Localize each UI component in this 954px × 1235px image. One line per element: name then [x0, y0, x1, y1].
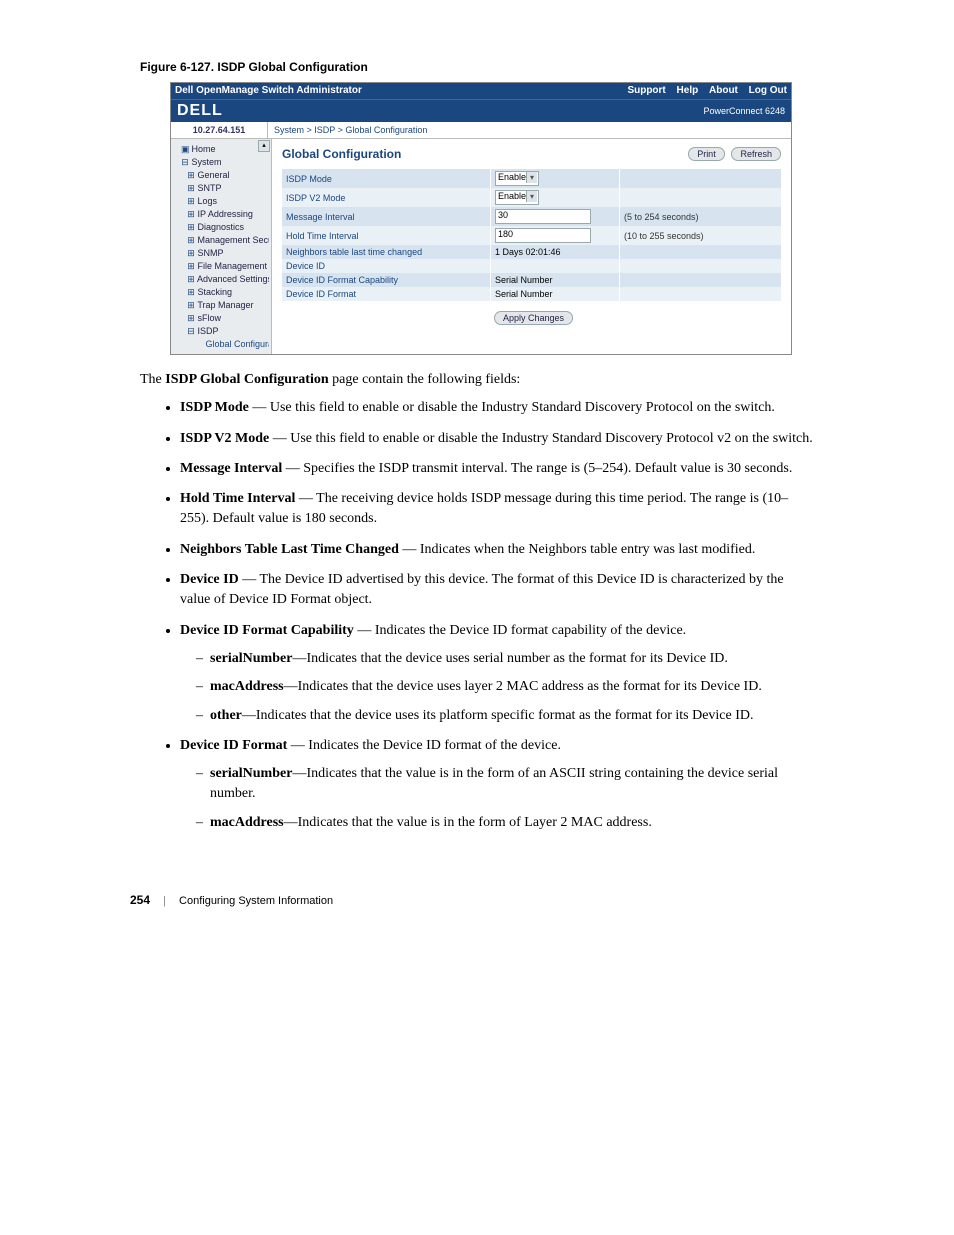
device-ip: 10.27.64.151	[171, 122, 268, 138]
field-hint: (5 to 254 seconds)	[620, 207, 782, 226]
field-label: ISDP V2 Mode	[282, 188, 491, 207]
field-bullet: Device ID — The Device ID advertised by …	[180, 570, 814, 611]
tree-node[interactable]: ⊞ File Management	[173, 260, 269, 273]
tree-node[interactable]: ⊟ System	[173, 156, 269, 169]
text-input[interactable]: 30	[495, 209, 591, 224]
field-bullet: Message Interval — Specifies the ISDP tr…	[180, 459, 814, 479]
tree-node[interactable]: ⊞ SNTP	[173, 182, 269, 195]
app-screenshot: Dell OpenManage Switch Administrator Sup…	[170, 82, 792, 355]
app-body: ▴ ▣ Home⊟ System⊞ General⊞ SNTP⊞ Logs⊞ I…	[171, 139, 791, 354]
link-help[interactable]: Help	[677, 85, 699, 96]
link-about[interactable]: About	[709, 85, 738, 96]
field-hint: (10 to 255 seconds)	[620, 226, 782, 245]
topbar: Dell OpenManage Switch Administrator Sup…	[171, 83, 791, 99]
tree-node[interactable]: ⊞ SNMP	[173, 247, 269, 260]
field-bullet: ISDP V2 Mode — Use this field to enable …	[180, 429, 814, 449]
config-row: Message Interval 30 (5 to 254 seconds)	[282, 207, 781, 226]
topbar-links: Support Help About Log Out	[619, 83, 787, 99]
figure-caption: Figure 6-127. ISDP Global Configuration	[140, 60, 894, 74]
page-footer: 254 | Configuring System Information	[60, 893, 894, 907]
main-panel: Global Configuration Print Refresh ISDP …	[272, 139, 791, 354]
brandbar: DELL PowerConnect 6248	[171, 99, 791, 122]
text-input[interactable]: 180	[495, 228, 591, 243]
field-bullet: ISDP Mode — Use this field to enable or …	[180, 398, 814, 418]
field-bullet: Device ID Format Capability — Indicates …	[180, 621, 814, 726]
field-label: Device ID Format	[282, 287, 491, 301]
field-hint	[620, 245, 782, 259]
tree-node[interactable]: ⊞ Logs	[173, 195, 269, 208]
dell-logo: DELL	[177, 102, 223, 120]
app-title: Dell OpenManage Switch Administrator	[175, 83, 362, 99]
print-button[interactable]: Print	[688, 147, 725, 161]
field-hint	[620, 169, 782, 188]
tree-node[interactable]: ⊞ Diagnostics	[173, 221, 269, 234]
field-bullet: Hold Time Interval — The receiving devic…	[180, 489, 814, 530]
config-row: Neighbors table last time changed 1 Days …	[282, 245, 781, 259]
tree-node[interactable]: ⊞ Trap Manager	[173, 299, 269, 312]
field-bullet: Neighbors Table Last Time Changed — Indi…	[180, 540, 814, 560]
section-title: Configuring System Information	[179, 895, 333, 907]
field-label: Message Interval	[282, 207, 491, 226]
model-label: PowerConnect 6248	[703, 106, 785, 116]
field-label: ISDP Mode	[282, 169, 491, 188]
sub-bullet: other—Indicates that the device uses its…	[210, 706, 814, 726]
field-hint	[620, 273, 782, 287]
field-bullet: Device ID Format — Indicates the Device …	[180, 736, 814, 833]
apply-changes-button[interactable]: Apply Changes	[494, 311, 573, 325]
tree-node[interactable]: Global Configurat	[173, 338, 269, 350]
tree-node[interactable]: ⊞ Advanced Settings	[173, 273, 269, 286]
config-table: ISDP Mode Enable ISDP V2 Mode Enable Message…	[282, 169, 781, 301]
field-hint	[620, 287, 782, 301]
tree-node[interactable]: ▣ Home	[173, 143, 269, 156]
field-list: ISDP Mode — Use this field to enable or …	[140, 398, 814, 833]
breadcrumb: System > ISDP > Global Configuration	[268, 122, 433, 138]
field-label: Hold Time Interval	[282, 226, 491, 245]
config-row: Device ID	[282, 259, 781, 273]
intro-text: The ISDP Global Configuration page conta…	[140, 370, 814, 390]
page-number: 254	[130, 893, 150, 907]
config-row: Hold Time Interval 180 (10 to 255 seconds)	[282, 226, 781, 245]
tree-node[interactable]: ⊞ IP Addressing	[173, 208, 269, 221]
config-row: ISDP V2 Mode Enable	[282, 188, 781, 207]
static-value: Serial Number	[495, 289, 553, 299]
select-field[interactable]: Enable	[495, 190, 539, 205]
field-hint	[620, 188, 782, 207]
field-label: Device ID Format Capability	[282, 273, 491, 287]
field-label: Device ID	[282, 259, 491, 273]
static-value: 1 Days 02:01:46	[495, 247, 561, 257]
static-value: Serial Number	[495, 275, 553, 285]
link-logout[interactable]: Log Out	[749, 85, 787, 96]
tree-node[interactable]: ⊟ ISDP	[173, 325, 269, 338]
scroll-up-icon[interactable]: ▴	[258, 140, 270, 152]
header-row: 10.27.64.151 System > ISDP > Global Conf…	[171, 122, 791, 139]
tree-node[interactable]: ⊞ sFlow	[173, 312, 269, 325]
sub-bullet: macAddress—Indicates that the value is i…	[210, 813, 814, 833]
tree-node[interactable]: ⊞ Stacking	[173, 286, 269, 299]
config-row: Device ID Format Serial Number	[282, 287, 781, 301]
refresh-button[interactable]: Refresh	[731, 147, 781, 161]
sub-bullet: serialNumber—Indicates that the device u…	[210, 649, 814, 669]
nav-tree[interactable]: ▴ ▣ Home⊟ System⊞ General⊞ SNTP⊞ Logs⊞ I…	[171, 139, 272, 354]
tree-node[interactable]: ⊞ Management Secur	[173, 234, 269, 247]
config-row: ISDP Mode Enable	[282, 169, 781, 188]
select-field[interactable]: Enable	[495, 171, 539, 186]
page-title: Global Configuration	[282, 147, 401, 161]
sub-bullet: serialNumber—Indicates that the value is…	[210, 764, 814, 805]
sub-bullet: macAddress—Indicates that the device use…	[210, 677, 814, 697]
tree-node[interactable]: ⊞ General	[173, 169, 269, 182]
config-row: Device ID Format Capability Serial Number	[282, 273, 781, 287]
link-support[interactable]: Support	[627, 85, 665, 96]
field-hint	[620, 259, 782, 273]
field-label: Neighbors table last time changed	[282, 245, 491, 259]
